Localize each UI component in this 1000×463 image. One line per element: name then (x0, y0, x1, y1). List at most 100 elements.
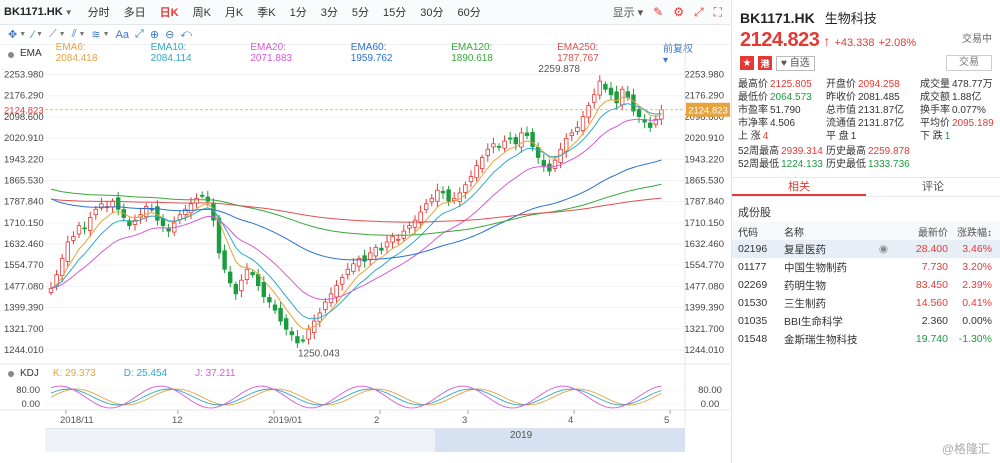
candle-body (300, 339, 306, 342)
row-name: BBI生命科学 (784, 315, 843, 328)
date-label: 3 (462, 415, 467, 426)
candle-body (272, 304, 278, 311)
quote-cell: 市净率 4.506 (738, 118, 796, 129)
quote-panel: BK1171.HK 生物科技 交易中 2124.823 ↑ +43.338 +2… (731, 0, 1000, 463)
candle-body (88, 217, 93, 231)
candle-body (519, 132, 524, 148)
quote-grid-52w: 52周最高 2939.314 历史最高 2259.878 52周最低 1224.133 历史… (732, 143, 1000, 171)
add-watchlist-button[interactable]: ♥ 自选 (776, 55, 815, 71)
candle-body (479, 157, 485, 169)
candle-body (289, 331, 294, 336)
kdj-indicator-label[interactable]: KDJ (0, 368, 53, 379)
candlestick-chart[interactable]: 2253.980 2176.290 2098.600 2020.910 1943.220… (0, 0, 730, 463)
candle-body (71, 236, 76, 241)
watermark: @格隆汇 (941, 442, 990, 456)
price-axis-label: 1710.150 (684, 218, 724, 229)
candle-body (367, 252, 373, 260)
header-price[interactable]: 最新价 (896, 224, 948, 239)
price-axis-label: 1787.840 (684, 197, 724, 208)
price-axis-label: 1399.390 (684, 303, 724, 314)
ema-line-ema120 (50, 183, 662, 236)
kdj-legend-item: D: 25.454 (123, 367, 168, 379)
row-price: 19.740 (915, 333, 948, 345)
row-price: 7.730 (921, 261, 948, 273)
constituent-row[interactable]: 01177 中国生物制药 7.730 3.20% (732, 258, 1000, 276)
header-change[interactable]: 涨跌幅↕ (948, 224, 1000, 239)
date-label: 12 (172, 415, 183, 426)
candle-body (194, 197, 199, 204)
low-mark: 1250.043 (298, 348, 340, 359)
quote-cell: 流通值 2131.87亿 (826, 118, 905, 129)
candle-body (334, 285, 339, 298)
candle-body (524, 132, 530, 137)
section-title: 成份股 (738, 207, 771, 219)
candle-body (76, 225, 82, 235)
tab-1[interactable]: 评论 (866, 178, 1000, 196)
candle-body (474, 165, 479, 179)
candle-body (491, 143, 496, 148)
row-name: 中国生物制药 (784, 261, 847, 274)
candle-body (569, 132, 574, 136)
tab-0[interactable]: 相关 (732, 178, 866, 196)
candle-body (468, 176, 474, 182)
candle-body (379, 247, 384, 251)
constituent-row[interactable]: 01530 三生制药 14.560 0.41% (732, 294, 1000, 312)
star-icon[interactable]: ★ (740, 56, 754, 70)
quote-cell: 总市值 2131.87亿 (826, 105, 905, 116)
candle-body (82, 227, 87, 230)
price-axis-label-left: 1554.770 (4, 260, 44, 271)
row-name: 三生制药 (784, 297, 826, 310)
constituent-row[interactable]: 02269 药明生物 83.450 2.39% (732, 276, 1000, 294)
candle-body (485, 148, 490, 156)
row-code: 01177 (738, 261, 767, 273)
candle-body (592, 94, 597, 103)
header-code[interactable]: 代码 (732, 224, 784, 239)
row-change: 3.46% (962, 243, 992, 255)
header-name[interactable]: 名称 (784, 224, 896, 239)
price-axis-label-left: 1399.390 (4, 303, 44, 314)
price-axis-label: 1943.220 (684, 154, 724, 165)
navigator-thumb[interactable] (435, 429, 685, 452)
price-axis-label-left: 1321.700 (4, 324, 44, 335)
candle-body (507, 137, 513, 140)
panel-tabs: 相关 评论 (732, 177, 1000, 197)
row-price: 83.450 (915, 279, 948, 291)
quote-cell: 最低价 2064.573 (738, 92, 812, 103)
candle-body (496, 146, 502, 148)
constituent-row[interactable]: 02196 复星医药 ◉ 28.400 3.46% (732, 240, 1000, 258)
candle-body (239, 279, 244, 292)
last-price: 2124.823 (740, 29, 820, 51)
candle-body (418, 211, 423, 224)
candle-body (457, 192, 462, 203)
kdj-axis-label: 0.00 (22, 399, 41, 410)
quote-cell-52w: 历史最高 2259.878 (826, 146, 910, 157)
row-code: 01548 (738, 333, 768, 345)
eye-icon[interactable]: ◉ (879, 243, 888, 255)
constituents-list: 02196 复星医药 ◉ 28.400 3.46% 01177 中国生物制药 7.730 3.2… (732, 240, 1000, 348)
candle-body (608, 87, 614, 96)
constituent-row[interactable]: 01548 金斯瑞生物科技 19.740 -1.30% (732, 330, 1000, 348)
candle-body (547, 163, 552, 172)
kdj-axis-label-right: 80.00 (698, 385, 722, 396)
price-axis-label: 1554.770 (684, 260, 724, 271)
price-axis-label-left: 2098.600 (4, 112, 44, 123)
price-axis-label-left: 1244.010 (4, 345, 44, 356)
row-change: -1.30% (958, 333, 992, 345)
time-navigator[interactable]: 2019 (45, 428, 685, 452)
price-axis-label-left: 1787.840 (4, 197, 44, 208)
price-axis-label-left: 1477.080 (4, 281, 44, 292)
candle-body (423, 203, 429, 211)
trade-button[interactable]: 交易 (946, 55, 992, 71)
candle-body (267, 297, 272, 303)
candle-body (295, 336, 300, 344)
candle-body (339, 277, 345, 285)
quote-cell: 上 涨4 (738, 131, 769, 142)
candle-body (395, 238, 401, 241)
quote-cell: 下 跌1 (920, 131, 951, 142)
ema-line-ema6 (50, 96, 662, 330)
constituent-row[interactable]: 01035 BBI生命科学 2.360 0.00% (732, 312, 1000, 330)
high-mark: 2259.878 (538, 64, 580, 75)
row-change: 2.39% (962, 279, 992, 291)
row-name: 金斯瑞生物科技 (784, 333, 858, 346)
row-change: 0.00% (962, 315, 992, 327)
